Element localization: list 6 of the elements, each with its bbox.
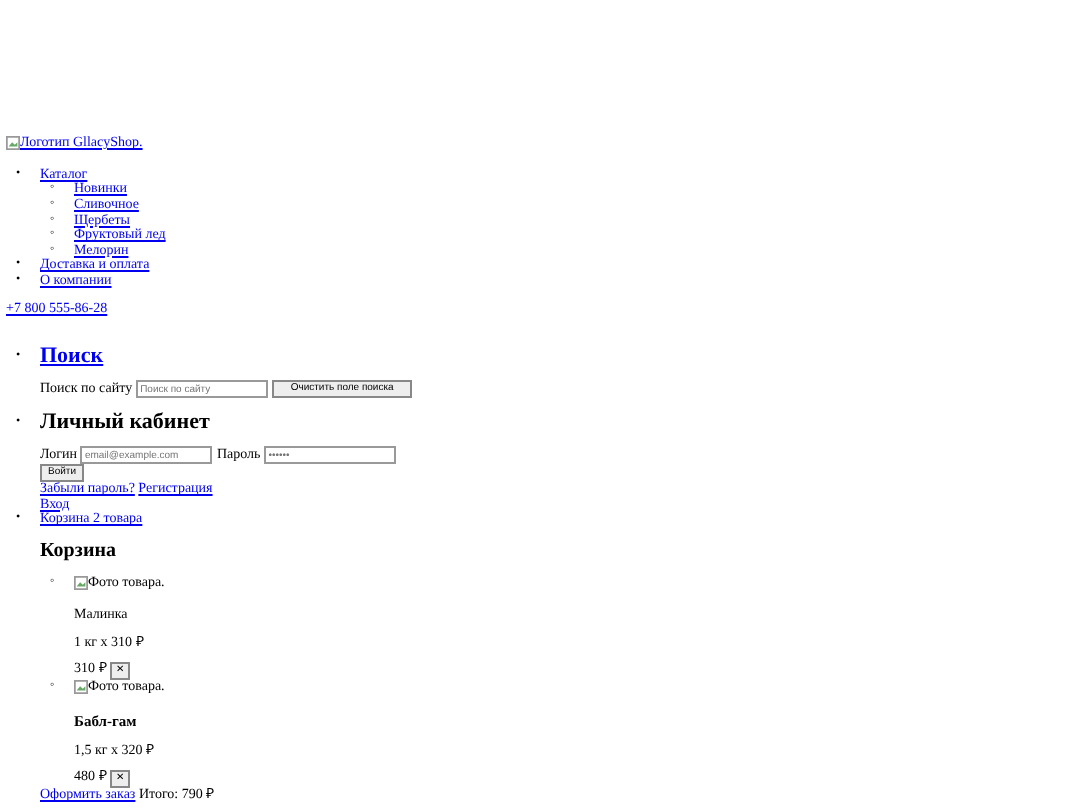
broken-image-icon bbox=[6, 136, 20, 151]
search-heading-link[interactable]: Поиск bbox=[40, 344, 104, 369]
broken-image-icon bbox=[74, 576, 88, 591]
account-heading: Личный кабинет bbox=[40, 410, 212, 435]
cart-heading: Корзина bbox=[40, 540, 118, 565]
broken-image-icon bbox=[74, 680, 88, 695]
